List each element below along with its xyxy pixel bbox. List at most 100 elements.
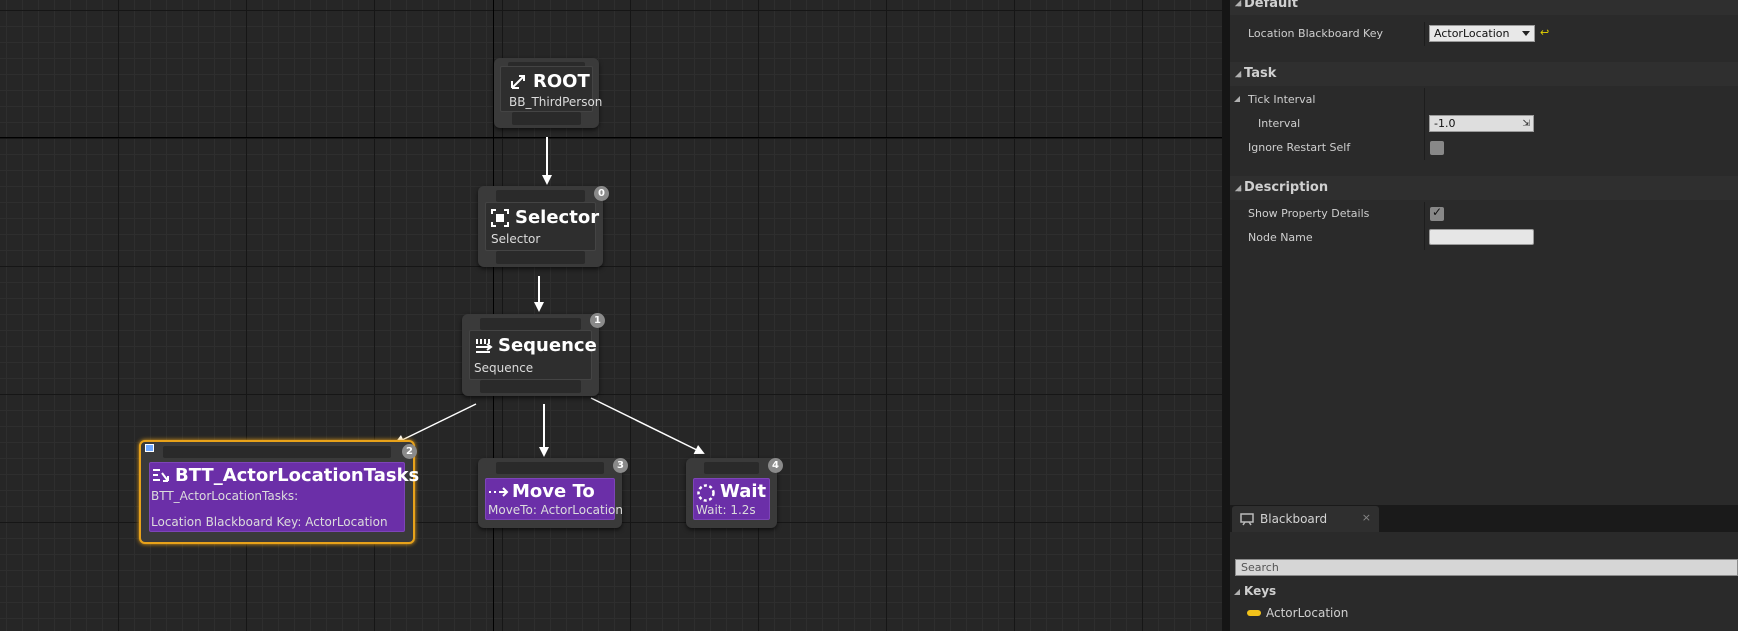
- category-description-label: Description: [1244, 180, 1329, 195]
- move-to-node[interactable]: Move To MoveTo: ActorLocation 3: [478, 458, 628, 528]
- collapse-arrow-icon: [1234, 0, 1242, 7]
- move-to-icon: [488, 483, 509, 501]
- move-to-node-title: Move To: [488, 481, 595, 502]
- node-name-input[interactable]: [1429, 229, 1534, 245]
- show-details-checkbox[interactable]: [1430, 205, 1444, 221]
- show-details-label: Show Property Details: [1248, 207, 1370, 220]
- move-to-node-subtitle: MoveTo: ActorLocation: [488, 503, 623, 517]
- sequence-pin-bottom[interactable]: [480, 380, 581, 393]
- actor-task-order-badge: 2: [402, 444, 417, 459]
- blueprint-marker-icon: [145, 444, 154, 452]
- actor-task-node-subtitle: BTT_ActorLocationTasks:: [151, 489, 299, 503]
- category-default[interactable]: Default: [1230, 0, 1738, 15]
- root-node-title: ROOT: [509, 71, 590, 92]
- ignore-restart-row: Ignore Restart Self: [1230, 136, 1738, 160]
- interval-row: Interval -1.0 ⇲: [1230, 112, 1738, 136]
- sequence-node-body: Sequence Sequence: [469, 330, 597, 380]
- actor-task-node-title-text: BTT_ActorLocationTasks: [175, 465, 420, 486]
- sequence-icon: [474, 337, 493, 355]
- wait-node-title-text: Wait: [720, 481, 767, 502]
- collapse-arrow-icon: [1234, 589, 1240, 595]
- actor-task-node-body: BTT_ActorLocationTasks BTT_ActorLocation…: [149, 462, 419, 532]
- column-separator: [1424, 112, 1425, 136]
- root-node[interactable]: ROOT BB_ThirdPerson: [494, 58, 602, 128]
- blackboard-key-item[interactable]: ActorLocation: [1232, 603, 1738, 625]
- column-separator: [1424, 22, 1425, 46]
- node-name-label: Node Name: [1248, 231, 1313, 244]
- selector-node[interactable]: Selector Selector 0: [478, 186, 609, 267]
- blackboard-keys-header[interactable]: Keys: [1232, 581, 1738, 603]
- ignore-restart-checkbox[interactable]: [1430, 141, 1444, 155]
- drag-resize-icon[interactable]: ⇲: [1522, 119, 1530, 129]
- wire-sequence-to-wait: [590, 397, 705, 454]
- category-description[interactable]: Description: [1230, 176, 1738, 200]
- interval-value: -1.0: [1434, 117, 1456, 130]
- sequence-node-title: Sequence: [474, 335, 597, 356]
- column-separator: [1424, 88, 1425, 112]
- tick-interval-label: Tick Interval: [1248, 93, 1316, 106]
- actor-task-node-title: BTT_ActorLocationTasks: [151, 465, 419, 486]
- selector-node-body: Selector Selector: [485, 202, 599, 251]
- move-to-order-badge: 3: [613, 458, 628, 473]
- actor-location-task-node[interactable]: BTT_ActorLocationTasks BTT_ActorLocation…: [139, 440, 419, 544]
- panel-splitter[interactable]: [1222, 0, 1230, 631]
- vector-key-type-icon: [1247, 610, 1261, 616]
- category-default-label: Default: [1244, 0, 1298, 11]
- show-details-row: Show Property Details: [1230, 202, 1738, 226]
- collapse-arrow-icon: [1234, 96, 1240, 102]
- wire-sequence-to-actor-task: [394, 403, 477, 444]
- blackboard-search-input[interactable]: Search: [1235, 559, 1738, 576]
- task-icon: [151, 467, 169, 485]
- details-panel: Default Location Blackboard Key ActorLoc…: [1230, 0, 1738, 505]
- collapse-arrow-icon: [1234, 70, 1242, 78]
- reset-to-default-icon[interactable]: ↩: [1540, 26, 1549, 39]
- sequence-pin-top[interactable]: [480, 318, 581, 330]
- interval-number-input[interactable]: -1.0 ⇲: [1429, 115, 1534, 132]
- dropdown-arrow-icon: [1522, 31, 1530, 36]
- location-key-label: Location Blackboard Key: [1248, 27, 1383, 40]
- blackboard-icon: [1240, 512, 1254, 529]
- selector-node-title-text: Selector: [515, 207, 600, 228]
- location-key-row: Location Blackboard Key ActorLocation ↩: [1230, 22, 1738, 46]
- selector-node-title: Selector: [491, 207, 599, 228]
- blackboard-tab-label: Blackboard: [1260, 512, 1328, 526]
- actor-task-node-detail: Location Blackboard Key: ActorLocation: [151, 515, 388, 529]
- wait-icon: [696, 483, 715, 502]
- move-to-node-body: Move To MoveTo: ActorLocation: [485, 478, 623, 520]
- wait-node-title: Wait: [696, 481, 766, 502]
- root-node-subtitle: BB_ThirdPerson: [509, 95, 603, 109]
- sequence-node-title-text: Sequence: [498, 335, 597, 356]
- category-task-label: Task: [1244, 66, 1277, 81]
- close-tab-icon[interactable]: ×: [1362, 511, 1371, 524]
- column-separator: [1424, 202, 1425, 226]
- category-task[interactable]: Task: [1230, 62, 1738, 86]
- root-icon: [509, 73, 527, 91]
- tick-interval-row[interactable]: Tick Interval: [1230, 88, 1738, 112]
- move-to-pin-top[interactable]: [496, 462, 604, 474]
- root-node-body: ROOT BB_ThirdPerson: [500, 66, 602, 112]
- selector-pin-bottom[interactable]: [496, 251, 585, 264]
- wait-node-subtitle: Wait: 1.2s: [696, 503, 756, 517]
- behavior-tree-graph[interactable]: ROOT BB_ThirdPerson Selector Selector 0: [0, 0, 1222, 631]
- collapse-arrow-icon: [1234, 184, 1242, 192]
- wait-pin-top[interactable]: [704, 462, 759, 474]
- wait-node[interactable]: Wait Wait: 1.2s 4: [686, 458, 783, 528]
- selector-node-subtitle: Selector: [491, 232, 541, 246]
- root-pin-bottom[interactable]: [512, 112, 581, 125]
- actor-task-pin-top[interactable]: [163, 446, 391, 458]
- wait-node-body: Wait Wait: 1.2s: [693, 478, 770, 520]
- move-to-node-title-text: Move To: [512, 481, 595, 502]
- location-key-value: ActorLocation: [1434, 27, 1510, 40]
- interval-label: Interval: [1258, 117, 1301, 130]
- column-separator: [1424, 136, 1425, 160]
- location-key-combo[interactable]: ActorLocation: [1429, 25, 1535, 42]
- sequence-order-badge: 1: [590, 313, 605, 328]
- blackboard-keys-label: Keys: [1244, 584, 1277, 598]
- ignore-restart-label: Ignore Restart Self: [1248, 141, 1351, 154]
- selector-pin-top[interactable]: [496, 190, 585, 202]
- sequence-node-subtitle: Sequence: [474, 361, 534, 375]
- blackboard-key-name: ActorLocation: [1266, 606, 1349, 620]
- sequence-node[interactable]: Sequence Sequence 1: [462, 313, 605, 396]
- node-name-row: Node Name: [1230, 226, 1738, 250]
- blackboard-tab[interactable]: Blackboard ×: [1232, 506, 1379, 532]
